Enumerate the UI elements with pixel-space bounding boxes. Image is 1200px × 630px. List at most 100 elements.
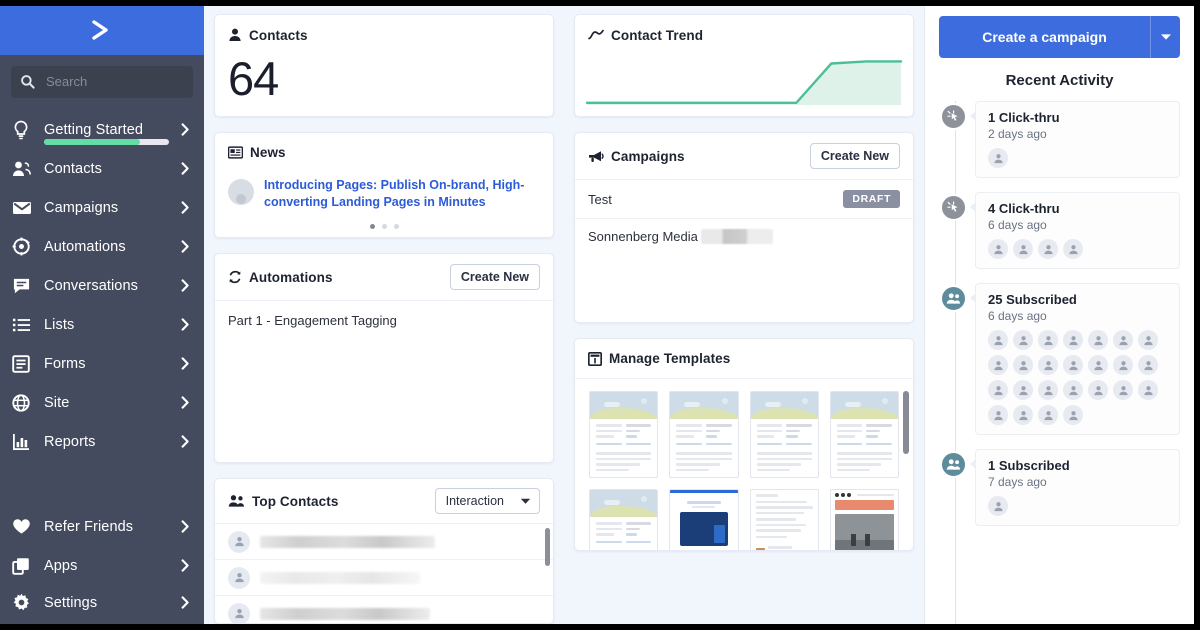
create-campaign-group: Create a campaign	[925, 16, 1194, 58]
app-logo[interactable]	[0, 6, 204, 55]
campaigns-card-title: Campaigns	[611, 149, 685, 164]
sidebar-item-contacts[interactable]: Contacts	[0, 149, 204, 188]
sidebar-item-label: Contacts	[38, 161, 176, 177]
avatar	[1113, 355, 1133, 375]
template-thumbnail[interactable]	[669, 391, 738, 478]
bar-chart-icon	[12, 431, 38, 453]
carousel-dot[interactable]	[382, 224, 387, 229]
sidebar-item-settings[interactable]: Settings	[0, 585, 204, 624]
activity-timestamp: 2 days ago	[988, 127, 1169, 141]
chevron-right-icon	[176, 162, 190, 175]
top-contacts-sort-select[interactable]: Interaction	[435, 488, 540, 514]
sidebar-item-label: Apps	[38, 558, 176, 574]
sidebar-item-label: Forms	[38, 356, 176, 372]
sidebar-item-getting-started[interactable]: Getting Started	[0, 110, 204, 149]
avatar	[228, 603, 250, 623]
dashboard-column-middle: Contact Trend	[564, 14, 924, 624]
activity-card: 4 Click-thru6 days ago	[975, 192, 1180, 269]
sidebar-item-conversations[interactable]: Conversations	[0, 266, 204, 305]
sidebar: Getting Started Cont	[0, 6, 204, 624]
campaign-row[interactable]: Test DRAFT	[575, 180, 913, 219]
contact-trend-card: Contact Trend	[574, 14, 914, 117]
carousel-dot[interactable]	[394, 224, 399, 229]
carousel-dot[interactable]	[370, 224, 375, 229]
automations-create-new-button[interactable]: Create New	[450, 264, 540, 290]
avatar	[988, 405, 1008, 425]
avatar	[988, 380, 1008, 400]
gear-icon	[12, 592, 38, 614]
redacted-contact-name	[260, 536, 435, 548]
activity-item[interactable]: 1 Subscribed7 days ago	[975, 449, 1180, 526]
news-carousel-dots[interactable]	[215, 217, 553, 238]
top-contact-row[interactable]	[215, 560, 553, 596]
template-thumbnail[interactable]	[830, 391, 899, 478]
create-campaign-dropdown-button[interactable]	[1150, 16, 1180, 58]
apps-icon	[12, 555, 38, 577]
click-thru-icon	[940, 194, 967, 221]
sidebar-item-refer-friends[interactable]: Refer Friends	[0, 507, 204, 546]
campaign-name: Sonnenberg Media	[588, 229, 698, 244]
person-icon	[228, 28, 242, 42]
top-contact-row[interactable]	[215, 596, 553, 623]
template-thumbnail[interactable]	[589, 489, 658, 550]
sidebar-item-reports[interactable]: Reports	[0, 422, 204, 461]
sidebar-item-forms[interactable]: Forms	[0, 344, 204, 383]
templates-scrollbar[interactable]	[903, 391, 909, 454]
activity-card: 25 Subscribed6 days ago	[975, 283, 1180, 435]
avatar	[1063, 239, 1083, 259]
avatar	[228, 179, 254, 205]
news-headline-link[interactable]: Introducing Pages: Publish On-brand, Hig…	[264, 177, 540, 211]
sidebar-item-apps[interactable]: Apps	[0, 546, 204, 585]
search-box[interactable]	[11, 66, 193, 98]
megaphone-icon	[588, 150, 604, 163]
top-contacts-list	[215, 524, 553, 623]
chevron-right-logo-icon	[85, 17, 119, 43]
activity-item[interactable]: 25 Subscribed6 days ago	[975, 283, 1180, 435]
contacts-card: Contacts 64	[214, 14, 554, 117]
sidebar-item-label: Lists	[38, 317, 176, 333]
search-input[interactable]	[38, 74, 184, 89]
sidebar-item-automations[interactable]: Automations	[0, 227, 204, 266]
nav-divider-space	[0, 461, 204, 507]
news-item[interactable]: Introducing Pages: Publish On-brand, Hig…	[215, 173, 553, 217]
automation-row[interactable]: Part 1 - Engagement Tagging	[215, 301, 553, 340]
template-thumbnail[interactable]	[750, 489, 819, 550]
activity-item[interactable]: 1 Click-thru2 days ago	[975, 101, 1180, 178]
activity-avatars	[988, 239, 1169, 259]
avatar	[1038, 380, 1058, 400]
sidebar-item-label: Automations	[38, 239, 176, 255]
avatar	[988, 148, 1008, 168]
people-icon	[228, 494, 245, 508]
chevron-right-icon	[176, 520, 190, 533]
template-thumbnail[interactable]	[669, 489, 738, 550]
campaigns-card: Campaigns Create New Test DRAFT Sonnenbe…	[574, 132, 914, 323]
sidebar-item-label: Site	[38, 395, 176, 411]
chevron-right-icon	[176, 435, 190, 448]
dashboard-column-left: Contacts 64 News	[204, 14, 564, 624]
heart-icon	[12, 516, 38, 538]
top-contact-row[interactable]	[215, 524, 553, 560]
lightbulb-icon	[12, 119, 38, 141]
template-thumbnail[interactable]	[830, 489, 899, 550]
campaign-row[interactable]: Sonnenberg Media	[575, 219, 913, 254]
manage-templates-card-title: Manage Templates	[609, 351, 730, 366]
chevron-right-icon	[176, 559, 190, 572]
create-campaign-button[interactable]: Create a campaign	[939, 16, 1150, 58]
top-contacts-card-title: Top Contacts	[252, 494, 338, 509]
contact-trend-chart	[575, 55, 913, 107]
templates-grid-wrapper	[575, 379, 913, 550]
top-contacts-scrollbar[interactable]	[545, 528, 550, 566]
template-thumbnail[interactable]	[750, 391, 819, 478]
sidebar-item-campaigns[interactable]: Campaigns	[0, 188, 204, 227]
activity-timestamp: 6 days ago	[988, 218, 1169, 232]
sidebar-item-lists[interactable]: Lists	[0, 305, 204, 344]
manage-templates-card-header: Manage Templates	[575, 339, 913, 379]
avatar	[1138, 380, 1158, 400]
campaigns-create-new-button[interactable]: Create New	[810, 143, 900, 169]
avatar	[228, 567, 250, 589]
template-thumbnail[interactable]	[589, 391, 658, 478]
sidebar-item-site[interactable]: Site	[0, 383, 204, 422]
top-contacts-card: Top Contacts Interaction	[214, 478, 554, 624]
avatar	[228, 531, 250, 553]
activity-item[interactable]: 4 Click-thru6 days ago	[975, 192, 1180, 269]
